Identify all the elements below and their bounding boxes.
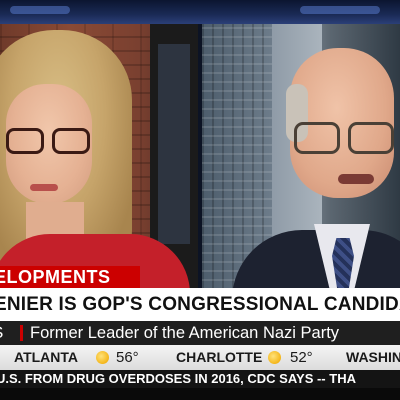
weather-temp-charlotte: 52° [290, 349, 313, 366]
anchor-video-panel [0, 24, 198, 290]
studio-light [10, 6, 70, 14]
glasses-lens [348, 122, 394, 154]
sun-icon [96, 351, 109, 364]
guest-title: Former Leader of the American Nazi Party [30, 324, 340, 342]
guest-name: S [0, 321, 20, 345]
guest-mouth [338, 174, 374, 184]
weather-city-atlanta: ATLANTA [14, 349, 79, 365]
weather-temp-atlanta: 56° [116, 349, 139, 366]
guest-separator [20, 325, 23, 341]
window-pane [158, 44, 190, 244]
glasses-lens [6, 128, 44, 154]
studio-light [300, 6, 380, 14]
glasses-lens [294, 122, 340, 154]
anchor-lips [30, 184, 58, 191]
sun-icon [268, 351, 281, 364]
weather-city-charlotte: CHARLOTTE [176, 349, 263, 365]
guest-video-panel [202, 24, 400, 290]
anchor-glasses [4, 128, 94, 158]
headline: ENIER IS GOP'S CONGRESSIONAL CANDIDATE I… [0, 294, 400, 315]
bottom-strip [0, 388, 400, 400]
glasses-lens [52, 128, 90, 154]
developments-tag: ELOPMENTS [0, 267, 111, 287]
broadcast-frame: ELOPMENTS ENIER IS GOP'S CONGRESSIONAL C… [0, 0, 400, 400]
guest-glasses [292, 122, 396, 158]
weather-city-washington: WASHIN [346, 349, 400, 365]
studio-backdrop [0, 0, 400, 24]
news-ticker: U.S. FROM DRUG OVERDOSES IN 2016, CDC SA… [0, 371, 356, 386]
